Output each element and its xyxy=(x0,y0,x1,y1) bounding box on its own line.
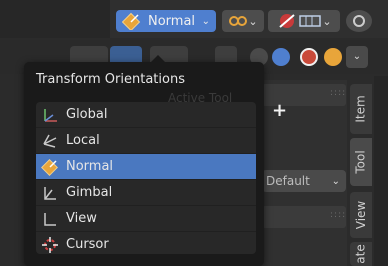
viewport-shading-material-icon[interactable] xyxy=(300,48,318,66)
panel-dropdown[interactable]: Default ⌄ xyxy=(262,170,346,192)
list-item-global[interactable]: Global xyxy=(36,102,256,128)
grip-icon[interactable]: :::: xyxy=(330,88,346,98)
local-orientation-icon xyxy=(40,132,60,150)
list-item-label: Global xyxy=(66,107,108,122)
tab-view[interactable]: View xyxy=(350,192,372,238)
popup-title: Transform Orientations xyxy=(36,72,185,87)
viewport-shading-solid-icon[interactable] xyxy=(272,48,290,66)
orientation-button-label: Normal xyxy=(148,13,196,29)
list-item-label: Cursor xyxy=(66,237,109,252)
tab-tool[interactable]: Tool xyxy=(350,138,372,186)
transform-orientation-dropdown[interactable]: Normal ⌄ xyxy=(116,10,216,32)
snap-increment-icon xyxy=(299,15,322,27)
popup-arrow xyxy=(150,55,166,63)
add-orientation-button[interactable]: + xyxy=(272,100,287,121)
cursor-orientation-icon xyxy=(40,236,60,254)
snap-button[interactable]: ⌄ xyxy=(268,10,340,32)
grip-icon[interactable]: :::: xyxy=(330,210,346,220)
list-item-cursor[interactable]: Cursor xyxy=(36,232,256,254)
list-item-label: Gimbal xyxy=(66,185,113,200)
viewport-shading-rendered-icon[interactable] xyxy=(324,48,342,66)
list-item-label: Normal xyxy=(66,159,114,174)
global-orientation-icon xyxy=(40,106,60,124)
tab-item[interactable]: Item xyxy=(350,84,372,134)
view-orientation-icon xyxy=(40,210,60,228)
tab-create[interactable]: ate xyxy=(350,242,372,266)
snap-magnet-icon xyxy=(279,14,296,28)
tab-strip xyxy=(374,76,388,266)
chevron-down-icon: ⌄ xyxy=(331,175,340,187)
proportional-edit-button[interactable] xyxy=(346,10,372,32)
list-item-normal[interactable]: Normal xyxy=(36,154,256,180)
list-item-gimbal[interactable]: Gimbal xyxy=(36,180,256,206)
list-item-label: View xyxy=(66,211,97,226)
normal-orientation-icon xyxy=(122,12,141,30)
orientation-list: Global Local Normal Gimbal View Cursor xyxy=(36,102,256,254)
pivot-point-button[interactable]: ⌄ xyxy=(222,10,264,32)
panel-header: :::: xyxy=(262,206,346,228)
proportional-edit-icon xyxy=(353,15,365,27)
gimbal-orientation-icon xyxy=(40,184,60,202)
list-item-view[interactable]: View xyxy=(36,206,256,232)
list-item-label: Local xyxy=(66,133,100,148)
pivot-icon xyxy=(229,16,248,26)
header-dim-area xyxy=(0,0,110,38)
panel-dropdown-value: Default xyxy=(266,174,310,188)
list-item-local[interactable]: Local xyxy=(36,128,256,154)
normal-orientation-icon xyxy=(40,158,60,176)
chevron-down-icon: ⌄ xyxy=(248,14,258,28)
chevron-down-icon: ⌄ xyxy=(201,15,210,27)
chevron-down-icon: ⌄ xyxy=(322,14,332,28)
shading-options-button[interactable]: ⌄ xyxy=(346,46,368,68)
